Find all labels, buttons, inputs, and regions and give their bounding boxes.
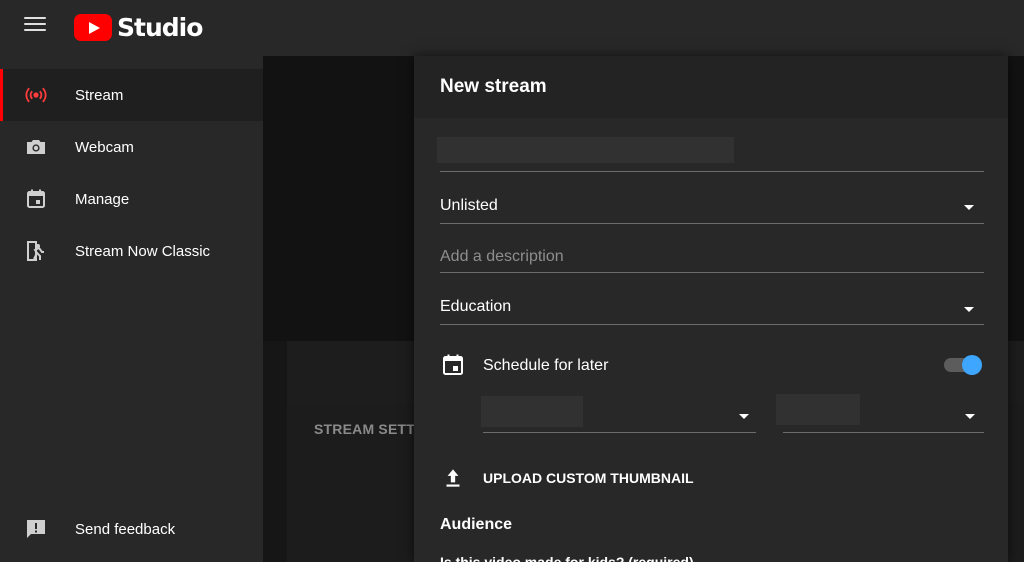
camera-icon [27,140,45,154]
sidebar-item-stream-now-classic[interactable]: Stream Now Classic [0,225,263,277]
chevron-down-icon [964,205,974,210]
sidebar-item-stream[interactable]: Stream [0,69,263,121]
sidebar-item-label: Stream Now Classic [75,242,211,260]
redacted-time-value [776,394,860,425]
sidebar-item-manage[interactable]: Manage [0,173,263,225]
youtube-play-icon [74,13,112,41]
stream-now-classic-icon [27,241,44,261]
dialog-title: New stream [440,76,547,97]
upload-icon [446,469,460,487]
live-broadcast-icon [25,87,47,103]
sidebar-item-label: Manage [75,190,130,208]
visibility-value: Unlisted [440,197,498,214]
toggle-knob [962,355,982,375]
schedule-label: Schedule for later [483,357,609,374]
schedule-time-dropdown[interactable] [776,394,984,433]
redacted-date-value [481,396,583,427]
chevron-down-icon [964,307,974,312]
new-stream-dialog: New stream Unlisted Add a description Ed… [414,56,1008,562]
sidebar-item-label: Stream [75,86,124,104]
audience-title: Audience [440,516,513,533]
calendar-icon [443,354,463,375]
top-bar: Studio [0,0,1024,56]
sidebar: Stream Webcam Manage Stream Now Classic [0,56,263,562]
youtube-studio-logo[interactable]: Studio [74,12,203,42]
sidebar-item-webcam[interactable]: Webcam [0,121,263,173]
sidebar-item-label: Webcam [75,138,134,156]
feedback-icon [27,520,45,538]
menu-icon[interactable] [24,17,46,35]
visibility-dropdown[interactable]: Unlisted [440,186,984,224]
schedule-date-dropdown[interactable] [481,394,756,433]
send-feedback-button[interactable]: Send feedback [0,503,263,555]
description-field[interactable]: Add a description [440,236,984,273]
chevron-down-icon [965,414,975,419]
stream-settings-tab: STREAM SETT [314,421,415,437]
description-placeholder: Add a description [440,248,564,265]
logo-text: Studio [117,12,203,42]
upload-thumbnail-label: UPLOAD CUSTOM THUMBNAIL [483,470,694,486]
category-value: Education [440,298,512,315]
schedule-toggle[interactable] [944,355,984,375]
stream-title-field[interactable] [437,134,984,172]
redacted-title-value [437,137,734,163]
chevron-down-icon [739,414,749,419]
send-feedback-label: Send feedback [75,520,176,538]
category-dropdown[interactable]: Education [440,286,984,325]
calendar-icon [27,189,45,208]
audience-question: Is this video made for kids? (required) [440,554,694,562]
dialog-header: New stream [414,56,1008,118]
